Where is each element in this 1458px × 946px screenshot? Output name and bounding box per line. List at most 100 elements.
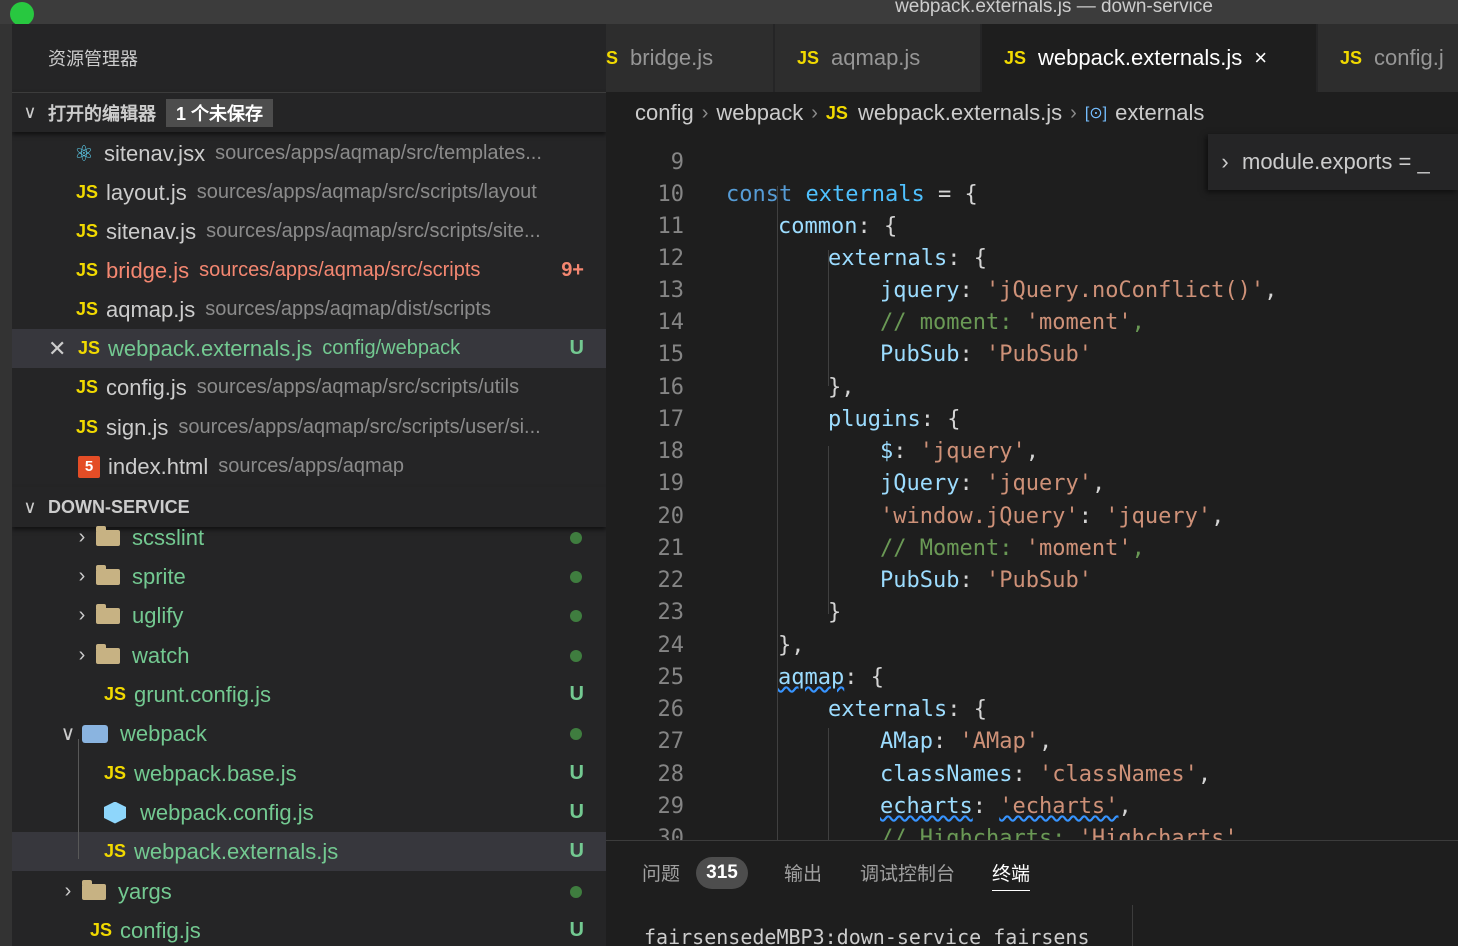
object-key: jQuery xyxy=(880,471,960,496)
breadcrumb-folder[interactable]: webpack xyxy=(716,100,803,126)
code-editor[interactable]: 9 10 const externals = { 11 common: { 12 ex… xyxy=(606,134,1458,840)
open-editor-item[interactable]: JS bridge.js sources/apps/aqmap/src/scri… xyxy=(12,251,606,290)
tree-file-item[interactable]: JS grunt.config.js U xyxy=(12,675,606,714)
punctuation: = { xyxy=(924,182,978,207)
close-icon[interactable]: × xyxy=(1254,45,1267,71)
file-name: grunt.config.js xyxy=(134,681,271,707)
object-key: common xyxy=(778,214,858,239)
open-editor-item[interactable]: JS sign.js sources/apps/aqmap/src/script… xyxy=(12,408,606,447)
tab-label: config.j xyxy=(1374,45,1444,70)
object-key: PubSub xyxy=(880,342,960,367)
string-literal: 'jquery' xyxy=(985,471,1092,496)
tree-folder-item[interactable]: › watch xyxy=(12,636,606,675)
tree-folder-item[interactable]: › scsslint xyxy=(12,518,606,557)
tab-bridge-js[interactable]: S bridge.js xyxy=(606,24,774,92)
line-number: 29 xyxy=(657,794,685,819)
tab-label: webpack.externals.js xyxy=(1038,45,1243,70)
sticky-scroll-widget[interactable]: › module.exports = _ xyxy=(1208,134,1458,190)
terminal-prompt[interactable]: fairsensedeMBP3:down-service fairsens xyxy=(644,925,1090,946)
string-literal: 'jquery' xyxy=(1105,504,1212,529)
folder-name: webpack xyxy=(120,720,207,746)
sticky-scroll-text: module.exports = _ xyxy=(1242,149,1430,174)
code-line: 15 PubSub: 'PubSub' xyxy=(606,339,1458,371)
open-editor-item[interactable]: JS layout.js sources/apps/aqmap/src/scri… xyxy=(12,173,606,212)
punctuation: }, xyxy=(778,633,805,658)
comment: , xyxy=(1131,536,1145,561)
tab-aqmap-js[interactable]: JS aqmap.js xyxy=(775,24,981,92)
file-path: sources/apps/aqmap/dist/scripts xyxy=(205,298,491,320)
object-key: $ xyxy=(880,439,894,464)
tab-terminal[interactable]: 终端 xyxy=(992,859,1031,891)
activity-bar xyxy=(0,24,12,946)
tab-webpack-externals-js[interactable]: JS webpack.externals.js × xyxy=(982,24,1317,92)
comment: // Highcharts: xyxy=(880,826,1079,840)
project-label: DOWN-SERVICE xyxy=(48,496,190,517)
open-editor-item[interactable]: ⚛ sitenav.jsx sources/apps/aqmap/src/tem… xyxy=(12,134,606,173)
tree-file-item-active[interactable]: JS webpack.externals.js U xyxy=(12,832,606,871)
open-editor-item[interactable]: JS sitenav.js sources/apps/aqmap/src/scr… xyxy=(12,212,606,251)
string-literal: 'PubSub' xyxy=(985,568,1092,593)
tree-file-item[interactable]: JS webpack.base.js U xyxy=(12,754,606,793)
code-line: 13 jquery: 'jQuery.noConflict()', xyxy=(606,275,1458,307)
js-icon: JS xyxy=(90,920,113,940)
line-number: 26 xyxy=(657,697,685,722)
open-editor-item[interactable]: JS aqmap.js sources/apps/aqmap/dist/scri… xyxy=(12,290,606,329)
tree-folder-item[interactable]: › yargs xyxy=(12,872,606,911)
js-icon: JS xyxy=(104,763,127,783)
open-editor-item-active[interactable]: ✕ JS webpack.externals.js config/webpack… xyxy=(12,329,606,368)
tab-problems[interactable]: 问题 xyxy=(642,859,680,886)
line-number: 20 xyxy=(657,504,685,529)
close-icon[interactable]: ✕ xyxy=(48,336,78,362)
line-number: 11 xyxy=(657,214,685,239)
file-path: sources/apps/aqmap/src/scripts/utils xyxy=(196,376,520,398)
comment: // moment: xyxy=(880,310,1026,335)
open-editors-label: 打开的编辑器 xyxy=(48,103,156,124)
open-editor-item[interactable]: JS config.js sources/apps/aqmap/src/scri… xyxy=(12,368,606,407)
code-line: 19 jQuery: 'jquery', xyxy=(606,468,1458,500)
object-key: externals xyxy=(828,246,948,271)
tree-file-item[interactable]: webpack.config.js U xyxy=(12,793,606,832)
js-icon: JS xyxy=(76,221,99,241)
unsaved-badge: 1 个未保存 xyxy=(166,98,274,127)
tree-folder-item[interactable]: ∨ webpack xyxy=(12,714,606,753)
folder-name: watch xyxy=(132,642,190,668)
line-number: 13 xyxy=(657,278,685,303)
tree-folder-item[interactable]: › sprite xyxy=(12,557,606,596)
line-number: 9 xyxy=(670,150,684,175)
js-icon: JS xyxy=(78,338,101,358)
folder-name: yargs xyxy=(118,878,172,904)
punctuation: } xyxy=(828,600,842,625)
tab-output[interactable]: 输出 xyxy=(784,859,822,886)
tab-config-js[interactable]: JS config.j xyxy=(1318,24,1458,92)
punctuation: , xyxy=(1038,729,1053,754)
string-literal: 'jQuery.noConflict()' xyxy=(985,278,1265,303)
line-number: 24 xyxy=(657,633,685,658)
webpack-config-icon xyxy=(104,801,126,824)
open-editor-item[interactable]: 5 index.html sources/apps/aqmap xyxy=(12,447,606,486)
tree-folder-item[interactable]: › uglify xyxy=(12,596,606,635)
line-number: 28 xyxy=(657,762,685,787)
html5-icon: 5 xyxy=(78,455,100,478)
tab-label: aqmap.js xyxy=(831,45,921,70)
tab-debug-console[interactable]: 调试控制台 xyxy=(860,859,955,886)
open-editors-header[interactable]: ∨ 打开的编辑器 1 个未保存 xyxy=(12,92,606,132)
tree-file-item[interactable]: JS config.js U xyxy=(12,911,606,946)
line-number: 17 xyxy=(657,407,685,432)
punctuation: , xyxy=(1197,762,1212,787)
git-modified-dot xyxy=(570,531,582,544)
punctuation: : xyxy=(959,568,986,593)
comment: // Moment: xyxy=(880,536,1026,561)
js-icon: JS xyxy=(104,684,127,704)
punctuation: : xyxy=(972,794,1000,819)
object-key: plugins xyxy=(828,407,921,432)
punctuation: : { xyxy=(920,407,961,432)
breadcrumb: config › webpack › JS webpack.externals.… xyxy=(606,92,1458,134)
object-key: jquery xyxy=(880,278,960,303)
breadcrumb-file[interactable]: webpack.externals.js xyxy=(858,100,1062,126)
terminal-split-divider[interactable] xyxy=(1132,905,1133,946)
breadcrumb-folder[interactable]: config xyxy=(635,100,694,126)
breadcrumb-symbol[interactable]: externals xyxy=(1115,100,1204,126)
code-line: 12 externals: { xyxy=(606,243,1458,275)
git-status-badge: U xyxy=(569,919,584,941)
line-number: 27 xyxy=(657,729,685,754)
